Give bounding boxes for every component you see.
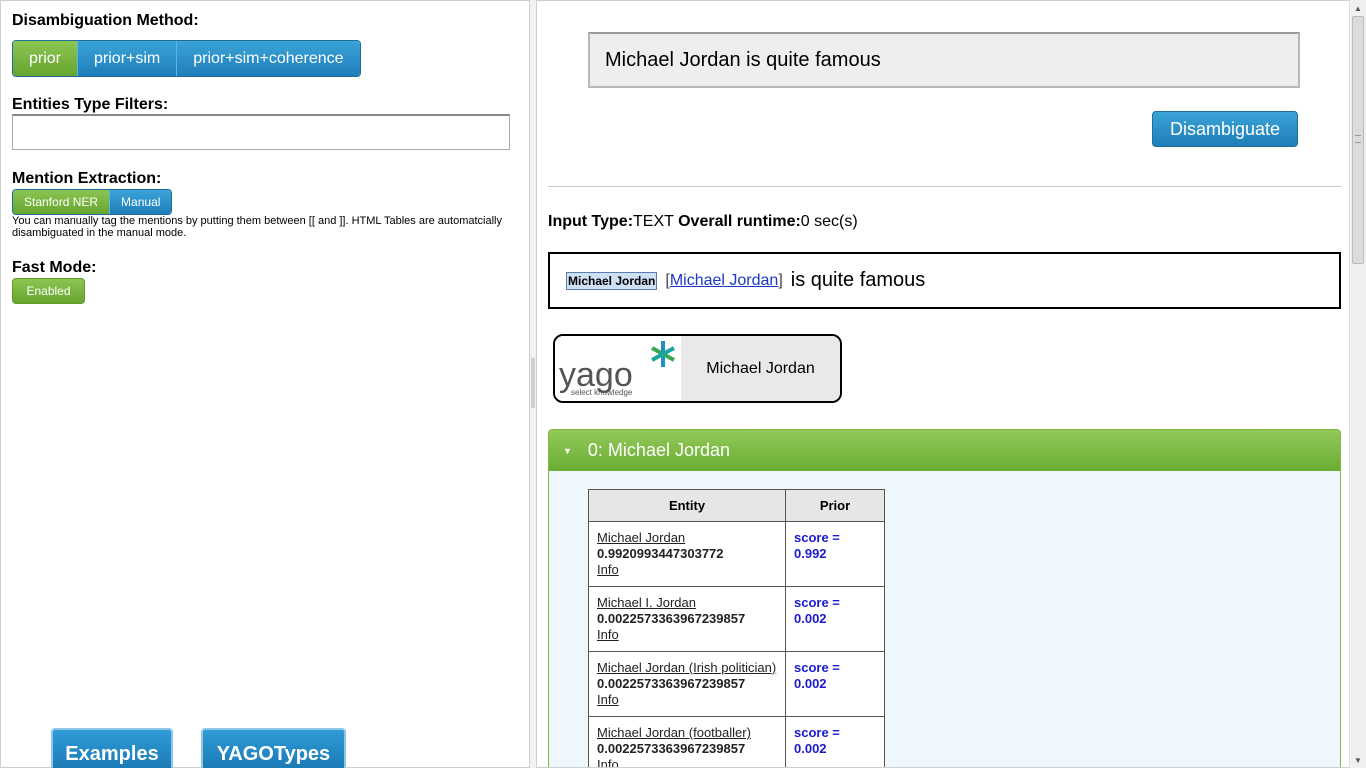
yago-entity-card[interactable]: yago select knowledge Michael Jordan [553, 334, 842, 403]
scroll-down-icon[interactable]: ▼ [1350, 752, 1366, 768]
candidate-prior-value: 0.0022573363967239857 [597, 676, 746, 691]
method-prior-sim-coherence-button[interactable]: prior+sim+coherence [176, 41, 360, 76]
fast-mode-label: Fast Mode: [12, 259, 97, 276]
disambiguate-button[interactable]: Disambiguate [1152, 111, 1298, 147]
entity-type-filter-input[interactable] [12, 114, 510, 150]
candidate-info-link[interactable]: Info [597, 627, 777, 643]
candidate-prior-value: 0.9920993447303772 [597, 546, 724, 561]
caret-down-icon: ▼ [563, 445, 572, 456]
candidate-entity-link[interactable]: Michael Jordan (footballer) [597, 725, 777, 741]
mention-note: You can manually tag the mentions by put… [12, 215, 502, 239]
yago-logo-tagline: select knowledge [571, 388, 633, 397]
vertical-scrollbar[interactable]: ▲ ▼ [1349, 0, 1366, 768]
yago-entity-name: Michael Jordan [681, 336, 840, 401]
input-text-area[interactable]: Michael Jordan is quite famous [588, 32, 1300, 88]
splitter-handle[interactable] [531, 358, 535, 408]
candidate-score: score = 0.002 [794, 595, 840, 626]
table-row: Michael Jordan (Irish politician) 0.0022… [588, 651, 885, 717]
app-window: Disambiguation Method: prior prior+sim p… [0, 0, 1366, 768]
result-rest-text: is quite famous [790, 269, 926, 291]
accordion-header[interactable]: ▼ 0: Michael Jordan [549, 430, 1340, 471]
candidate-score: score = 0.992 [794, 530, 840, 561]
column-header-entity: Entity [588, 489, 786, 522]
entity-link[interactable]: Michael Jordan [670, 272, 779, 290]
method-selector: prior prior+sim prior+sim+coherence [12, 40, 361, 77]
run-info: Input Type:TEXT Overall runtime:0 sec(s) [548, 213, 858, 231]
mention-label: Mention Extraction: [12, 170, 162, 187]
column-header-prior: Prior [785, 489, 885, 522]
candidate-score: score = 0.002 [794, 660, 840, 691]
manual-button[interactable]: Manual [109, 190, 172, 214]
scroll-up-icon[interactable]: ▲ [1350, 0, 1366, 16]
candidate-info-link[interactable]: Info [597, 692, 777, 708]
runtime-value: 0 sec(s) [800, 213, 858, 230]
fast-mode-toggle[interactable]: Enabled [12, 278, 85, 304]
results-panel: Michael Jordan is quite famous Disambigu… [536, 0, 1366, 768]
candidate-score: score = 0.002 [794, 725, 840, 756]
mention-highlight[interactable]: Michael Jordan [566, 271, 658, 290]
input-type-label: Input Type: [548, 213, 634, 230]
stanford-ner-button[interactable]: Stanford NER [13, 190, 110, 214]
candidate-prior-value: 0.0022573363967239857 [597, 611, 746, 626]
candidate-prior-value: 0.0022573363967239857 [597, 741, 746, 756]
candidate-table: Entity Prior Michael Jordan 0.9920993447… [588, 489, 885, 767]
yago-asterisk-icon [651, 341, 675, 367]
candidate-info-link[interactable]: Info [597, 757, 777, 767]
filters-label: Entities Type Filters: [12, 96, 169, 113]
bracket-close: ] [778, 271, 783, 289]
examples-button[interactable]: Examples [51, 728, 173, 768]
method-prior-button[interactable]: prior [13, 41, 78, 76]
input-type-value: TEXT [633, 213, 674, 230]
candidate-entity-link[interactable]: Michael I. Jordan [597, 595, 777, 611]
method-prior-sim-button[interactable]: prior+sim [77, 41, 177, 76]
table-row: Michael Jordan (footballer) 0.0022573363… [588, 716, 885, 767]
mention-accordion: ▼ 0: Michael Jordan Entity Prior Michael… [548, 429, 1341, 767]
table-row: Michael Jordan 0.9920993447303772 Info s… [588, 521, 885, 587]
accordion-title: 0: Michael Jordan [587, 440, 730, 460]
candidate-entity-link[interactable]: Michael Jordan (Irish politician) [597, 660, 777, 676]
settings-panel: Disambiguation Method: prior prior+sim p… [0, 0, 530, 768]
runtime-label: Overall runtime: [678, 213, 801, 230]
yagotypes-button[interactable]: YAGOTypes [201, 728, 346, 768]
yago-logo: yago select knowledge [555, 336, 681, 401]
method-label: Disambiguation Method: [12, 12, 199, 29]
candidate-info-link[interactable]: Info [597, 562, 777, 578]
divider [548, 186, 1341, 188]
table-row: Michael I. Jordan 0.0022573363967239857 … [588, 586, 885, 652]
annotated-result: Michael Jordan [Michael Jordan] is quite… [548, 252, 1341, 309]
grip-icon [1355, 135, 1361, 143]
candidate-entity-link[interactable]: Michael Jordan [597, 530, 777, 546]
mention-selector: Stanford NER Manual [12, 189, 173, 215]
scrollbar-thumb[interactable] [1352, 16, 1364, 264]
